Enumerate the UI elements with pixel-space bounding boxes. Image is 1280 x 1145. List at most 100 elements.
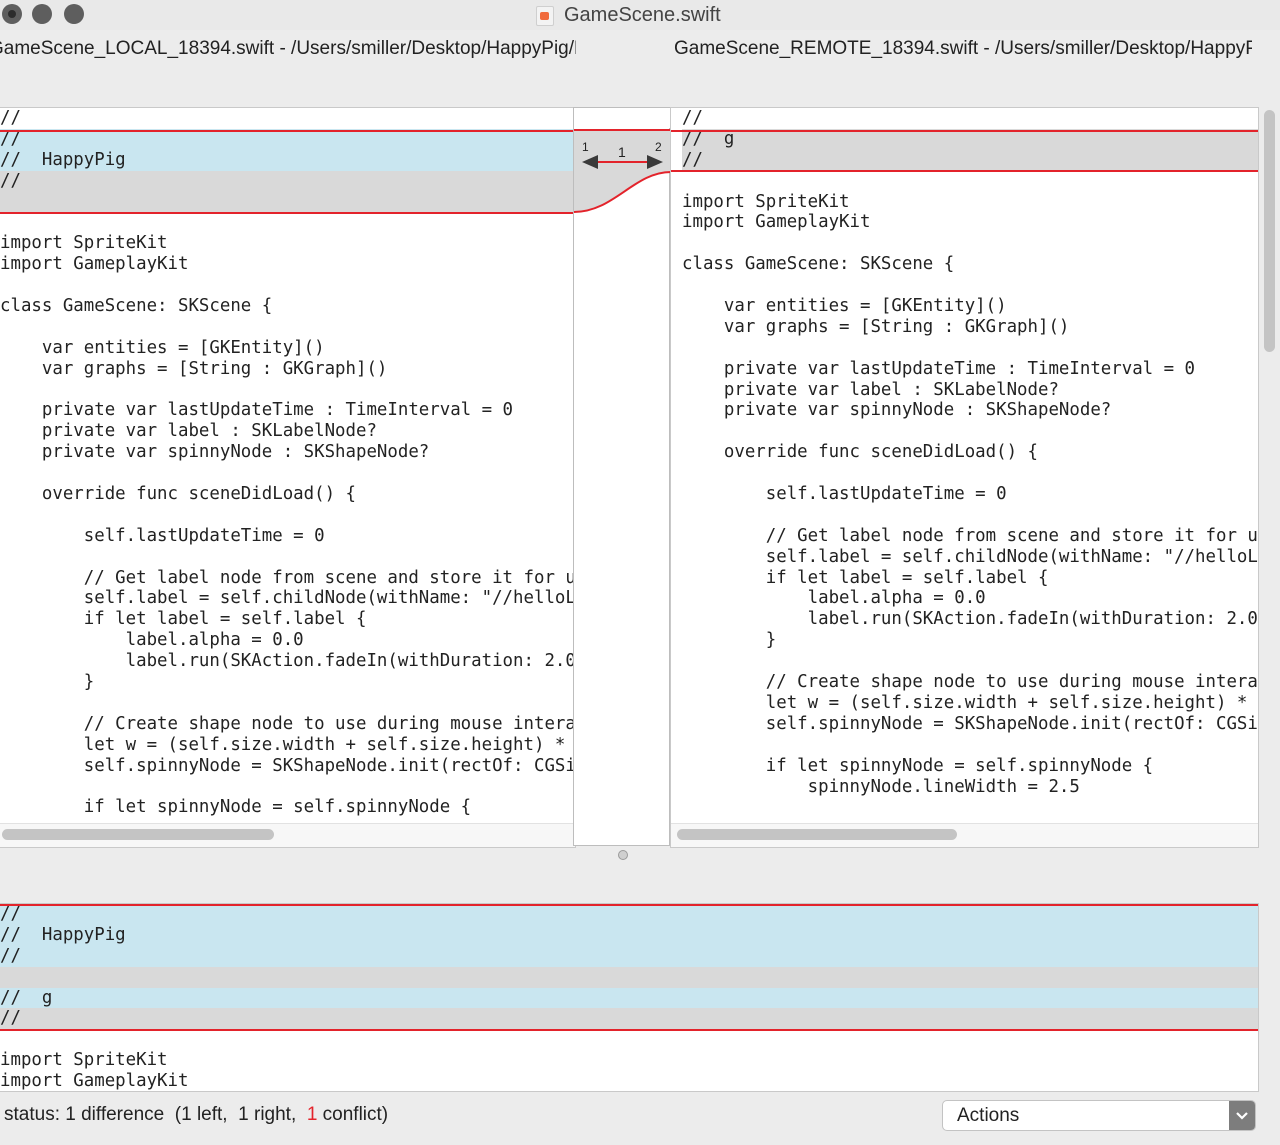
right-conflict-bottom-border	[671, 170, 1258, 172]
code-line: //	[0, 904, 1258, 925]
status-left-count: (1 left,	[174, 1104, 228, 1125]
merge-right-index: 2	[655, 140, 662, 154]
left-file-path: GameScene_LOCAL_18394.swift - /Users/smi…	[0, 38, 576, 59]
code-line: //	[0, 945, 1258, 967]
code-line: import GameplayKit	[682, 212, 871, 233]
status-right-count: 1 right,	[238, 1104, 297, 1125]
minimize-button[interactable]	[32, 4, 52, 24]
code-line: override func sceneDidLoad() {	[0, 484, 356, 505]
swift-file-icon	[536, 5, 554, 26]
chevron-down-icon	[1236, 1112, 1248, 1120]
window-titlebar: GameScene.swift	[0, 0, 1280, 30]
code-line: class GameScene: SKScene {	[682, 254, 955, 275]
left-horizontal-scrollbar[interactable]	[2, 829, 274, 840]
code-line: import SpriteKit	[682, 191, 850, 212]
left-code: ////// HappyPig//import SpriteKit import …	[0, 108, 575, 818]
code-line: label.alpha = 0.0	[0, 630, 304, 651]
vertical-scrollbar[interactable]	[1264, 110, 1275, 352]
code-line: let w = (self.size.width + self.size.hei…	[0, 734, 575, 755]
merge-indicator-graphic	[574, 108, 671, 213]
status-conflict-label: conflict)	[322, 1104, 389, 1125]
code-line: import GameplayKit	[0, 254, 189, 275]
output-conflict-top-border	[0, 904, 1258, 906]
code-line: // Get label node from scene and store i…	[83, 567, 575, 588]
zoom-button[interactable]	[64, 4, 84, 24]
code-line: if let spinnyNode = self.spinnyNode {	[0, 797, 472, 818]
right-file-path: GameScene_REMOTE_18394.swift - /Users/sm…	[674, 38, 1252, 59]
code-line: //	[0, 1008, 1258, 1030]
code-line: self.lastUpdateTime = 0	[682, 484, 1007, 505]
right-horizontal-scrollbar[interactable]	[677, 829, 957, 840]
window-title: GameScene.swift	[536, 4, 721, 27]
code-line: private var lastUpdateTime : TimeInterva…	[682, 358, 1196, 379]
splitter-handle[interactable]	[618, 850, 628, 860]
code-line: private var lastUpdateTime : TimeInterva…	[0, 400, 514, 421]
left-code-pane[interactable]: ////// HappyPig//import SpriteKit import …	[0, 107, 576, 848]
code-line: import GameplayKit	[0, 1071, 189, 1092]
code-line: var graphs = [String : GKGraph]()	[682, 316, 1070, 337]
code-line: label.alpha = 0.0	[682, 588, 986, 609]
actions-popup-button[interactable]: Actions	[942, 1100, 1256, 1131]
code-line: class GameScene: SKScene {	[0, 296, 273, 317]
code-line: //	[0, 128, 575, 150]
window-title-text: GameScene.swift	[564, 4, 721, 26]
right-code-pane[interactable]: //// g// import SpriteKit import GameplayK…	[670, 107, 1259, 848]
code-line: //	[0, 108, 21, 128]
code-line: self.lastUpdateTime = 0	[0, 525, 325, 546]
code-line: private var label : SKLabelNode?	[682, 379, 1059, 400]
code-line: import SpriteKit	[0, 233, 168, 254]
code-line: }	[0, 672, 95, 693]
code-line: // Create shape node to use during mouse…	[0, 713, 575, 734]
left-conflict-bottom-border	[0, 212, 575, 214]
merge-left-index: 1	[582, 140, 589, 154]
code-line: self.label = self.childNode(withName: "/…	[765, 546, 1258, 567]
code-line: // HappyPig	[0, 924, 1258, 946]
code-line: var graphs = [String : GKGraph]()	[0, 358, 388, 379]
code-line: // g	[0, 987, 1258, 1009]
output-code: //// HappyPig//// g//import SpriteKit imp…	[0, 904, 1258, 1092]
close-button[interactable]	[2, 4, 22, 24]
code-line: if let label = self.label {	[682, 567, 1049, 588]
code-line: var entities = [GKEntity]()	[682, 296, 1007, 317]
code-line: // Create shape node to use during mouse…	[682, 672, 1258, 693]
code-line: private var label : SKLabelNode?	[0, 421, 377, 442]
right-conflict-top-border	[671, 130, 1258, 132]
code-line: self.label = self.childNode(withName: "/…	[83, 588, 575, 609]
code-line: //	[0, 170, 575, 192]
code-line: label.run(SKAction.fadeIn(withDuration: …	[682, 609, 1258, 630]
merge-indicator-column: 1 1 2	[573, 107, 671, 846]
left-conflict-top-border	[0, 130, 575, 132]
code-line: if let spinnyNode = self.spinnyNode {	[682, 755, 1154, 776]
status-conflict-count: 1	[306, 1104, 318, 1125]
right-code: //// g// import SpriteKit import GameplayK…	[682, 108, 1258, 797]
code-line: spinnyNode.lineWidth = 2.5	[682, 776, 1080, 797]
code-line: override func sceneDidLoad() {	[682, 442, 1038, 463]
code-line: var entities = [GKEntity]()	[0, 337, 325, 358]
code-line: private var spinnyNode : SKShapeNode?	[0, 442, 430, 463]
actions-label: Actions	[957, 1105, 1020, 1126]
output-conflict-bottom-border	[0, 1029, 1258, 1031]
code-line: import SpriteKit	[0, 1050, 168, 1071]
code-line	[0, 966, 1258, 988]
actions-dropdown[interactable]	[1229, 1101, 1255, 1130]
code-line: //	[682, 108, 703, 128]
code-line: self.spinnyNode = SKShapeNode.init(rectO…	[83, 755, 575, 776]
code-line: //	[682, 149, 1258, 171]
code-line: // g	[682, 128, 1258, 150]
code-line: if let label = self.label {	[0, 609, 367, 630]
merge-output-pane[interactable]: //// HappyPig//// g//import SpriteKit imp…	[0, 903, 1259, 1092]
